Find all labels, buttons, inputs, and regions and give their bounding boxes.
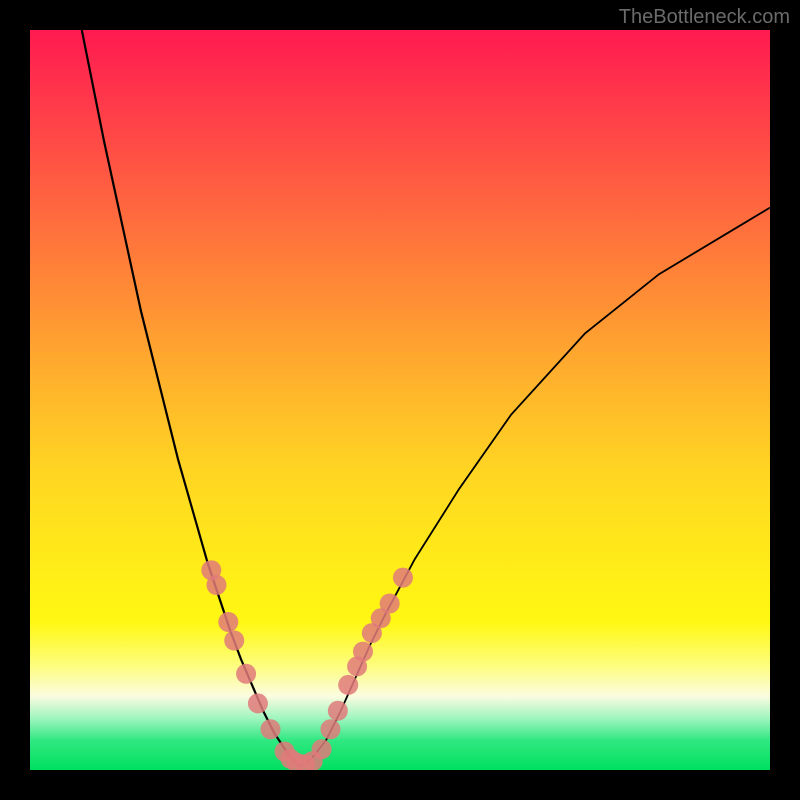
highlight-markers bbox=[201, 560, 413, 770]
marker-point bbox=[206, 575, 226, 595]
chart-svg bbox=[30, 30, 770, 770]
marker-point bbox=[261, 719, 281, 739]
marker-point bbox=[218, 612, 238, 632]
marker-point bbox=[236, 664, 256, 684]
marker-point bbox=[328, 701, 348, 721]
marker-point bbox=[312, 739, 332, 759]
left-curve bbox=[82, 30, 300, 766]
chart-container: TheBottleneck.com bbox=[0, 0, 800, 800]
watermark-text: TheBottleneck.com bbox=[619, 6, 790, 29]
marker-point bbox=[224, 631, 244, 651]
marker-point bbox=[320, 719, 340, 739]
right-curve bbox=[300, 208, 770, 767]
marker-point bbox=[380, 594, 400, 614]
plot-area bbox=[30, 30, 770, 770]
marker-point bbox=[338, 675, 358, 695]
marker-point bbox=[393, 568, 413, 588]
marker-point bbox=[353, 642, 373, 662]
marker-point bbox=[248, 693, 268, 713]
